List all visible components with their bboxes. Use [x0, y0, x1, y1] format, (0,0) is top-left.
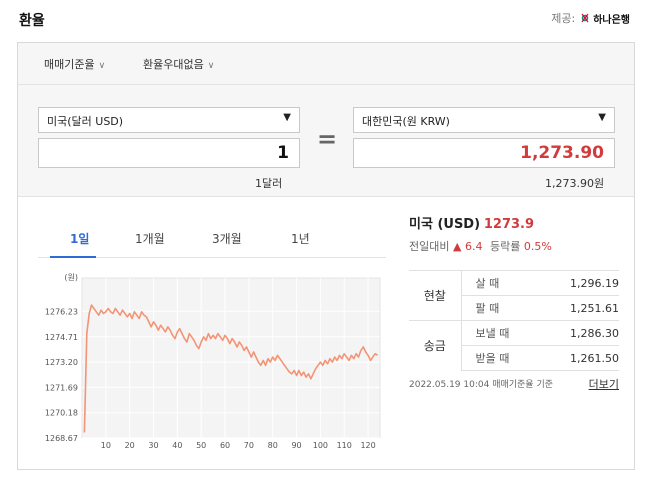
change-label: 전일대비 [409, 240, 450, 253]
chevron-down-icon: ∨ [98, 61, 106, 71]
x-tick-label: 70 [244, 441, 254, 450]
provider-info: 제공: 하나은행 [551, 10, 630, 26]
cash-sell-label: 팔 때 [461, 295, 540, 321]
tab-1-year[interactable]: 1년 [291, 230, 310, 247]
x-tick-label: 30 [148, 441, 158, 450]
footer: 2022.05.19 10:04 매매기준율 기준 더보기 [409, 376, 619, 392]
to-currency-label: 대한민국(원 KRW) [362, 115, 450, 128]
provider-name: 하나은행 [593, 14, 630, 26]
cash-sell-value: 1,251.61 [539, 295, 619, 321]
wire-receive-value: 1,261.50 [539, 345, 619, 371]
tab-1-day[interactable]: 1일 [70, 230, 89, 247]
rate-type-label: 매매기준율 [44, 58, 95, 71]
x-tick-label: 80 [268, 441, 278, 450]
cash-group-label: 현찰 [409, 270, 462, 321]
table-row: 송금 보낼 때 1,286.30 [409, 320, 619, 371]
cash-buy-label: 살 때 [461, 270, 540, 296]
wire-send-label: 보낼 때 [461, 320, 540, 346]
y-tick-label: 1276.23 [45, 307, 78, 316]
up-arrow-icon: ▲ [452, 240, 462, 253]
to-currency-select[interactable]: 대한민국(원 KRW) ▼ [353, 107, 615, 133]
rate-type-dropdown[interactable]: 매매기준율 ∨ [44, 56, 105, 72]
chevron-down-icon: ∨ [207, 61, 215, 71]
wire-group-label: 송금 [409, 320, 462, 371]
y-tick-label: 1274.71 [45, 333, 78, 342]
summary-rate: 1273.9 [483, 217, 535, 232]
provider-bank[interactable]: 하나은행 [579, 11, 630, 26]
options-bar: 매매기준율 ∨ 환율우대없음 ∨ [18, 43, 634, 85]
preference-label: 환율우대없음 [143, 58, 204, 71]
from-currency-select[interactable]: 미국(달러 USD) ▼ [38, 107, 300, 133]
x-tick-label: 120 [360, 441, 375, 450]
pct-label: 등락률 [489, 240, 521, 253]
y-axis-unit-label: (원) [64, 273, 78, 282]
summary-country: 미국 (USD) [409, 217, 481, 232]
timestamp: 2022.05.19 10:04 매매기준율 기준 [409, 380, 554, 390]
from-amount-caption: 1달러 [255, 177, 283, 190]
change-row: 전일대비 ▲ 6.4 등락률 0.5% [409, 238, 619, 254]
tab-1-month[interactable]: 1개월 [135, 230, 165, 247]
to-amount-caption: 1,273.90원 [545, 177, 605, 190]
x-tick-label: 20 [125, 441, 135, 450]
change-value: 6.4 [464, 240, 483, 253]
rate-summary: 미국 (USD) 1273.9 전일대비 ▲ 6.4 등락률 0.5% [409, 213, 619, 254]
caret-down-icon: ▼ [598, 112, 606, 123]
to-amount-input[interactable]: 1,273.90 [353, 138, 615, 168]
pct-value: 0.5% [523, 240, 552, 253]
exchange-widget: 매매기준율 ∨ 환율우대없음 ∨ 미국(달러 USD) ▼ 1 1달러 = 대한민국… [17, 42, 635, 470]
x-tick-label: 90 [291, 441, 301, 450]
page-title: 환율 [19, 13, 45, 29]
provider-label: 제공: [551, 12, 576, 25]
rates-table: 현찰 살 때 1,296.19 팔 때 1,251.61 송금 보낼 때 1,2… [409, 270, 619, 371]
y-tick-label: 1268.67 [45, 434, 78, 443]
table-row: 현찰 살 때 1,296.19 [409, 270, 619, 321]
caret-down-icon: ▼ [283, 112, 291, 123]
x-tick-label: 60 [220, 441, 230, 450]
hana-bank-logo-icon [581, 13, 589, 23]
exchange-rate-chart: 1276.23 1274.71 1273.20 1271.69 1270.18 1268.… [45, 273, 381, 450]
y-tick-label: 1270.18 [45, 409, 78, 418]
period-tabs: 1일 1개월 3개월 1년 [38, 216, 386, 258]
x-tick-label: 110 [337, 441, 352, 450]
tab-3-months[interactable]: 3개월 [212, 230, 242, 247]
wire-receive-label: 받을 때 [461, 345, 540, 371]
from-currency-label: 미국(달러 USD) [47, 115, 124, 128]
preference-dropdown[interactable]: 환율우대없음 ∨ [143, 56, 214, 72]
y-tick-label: 1271.69 [45, 383, 78, 392]
converter-panel: 매매기준율 ∨ 환율우대없음 ∨ 미국(달러 USD) ▼ 1 1달러 = 대한민국… [18, 43, 634, 197]
x-tick-label: 40 [172, 441, 182, 450]
cash-buy-value: 1,296.19 [539, 270, 619, 296]
x-tick-label: 100 [313, 441, 328, 450]
active-tab-indicator [50, 256, 96, 258]
more-link[interactable]: 더보기 [589, 376, 619, 392]
from-amount-input[interactable]: 1 [38, 138, 300, 168]
equals-icon: = [317, 125, 338, 153]
wire-send-value: 1,286.30 [539, 320, 619, 346]
x-tick-label: 10 [101, 441, 111, 450]
x-tick-label: 50 [196, 441, 206, 450]
y-tick-label: 1273.20 [45, 358, 78, 367]
